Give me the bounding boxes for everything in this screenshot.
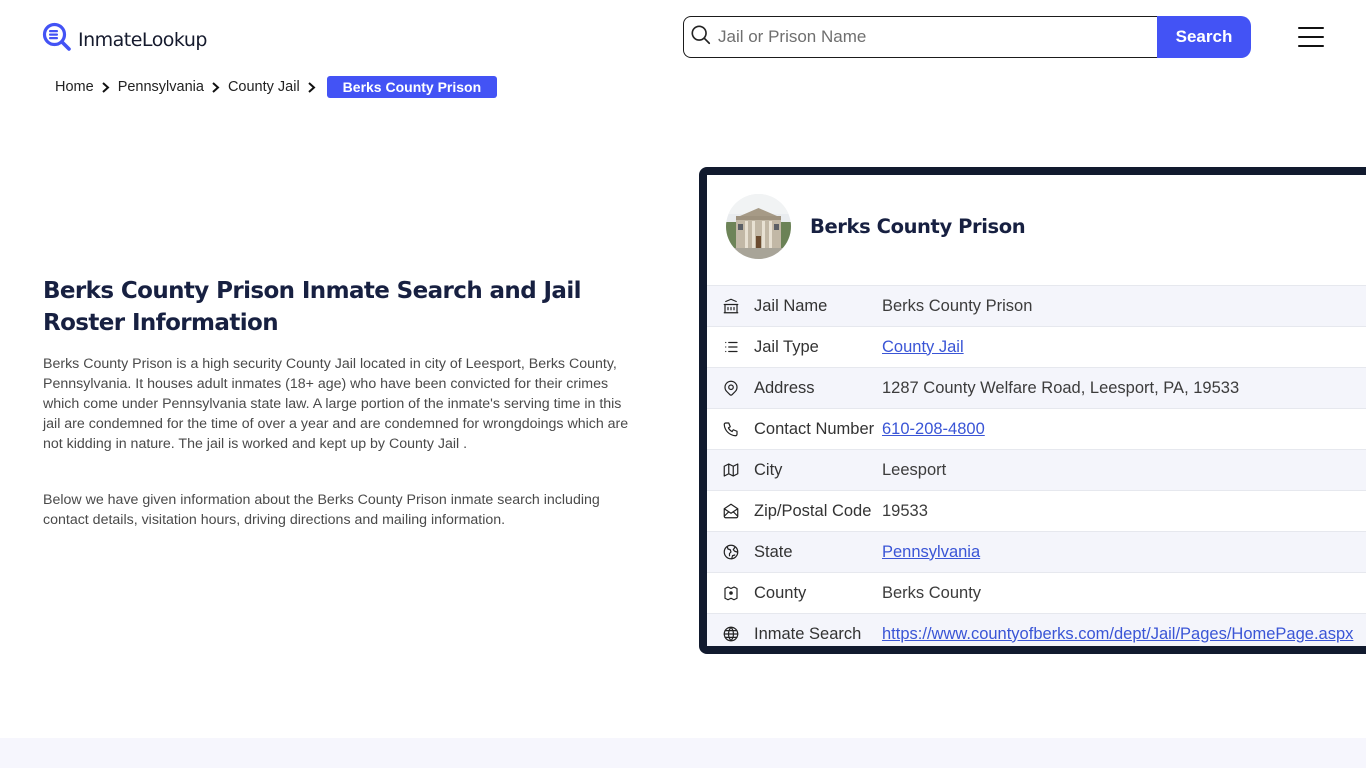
menu-line <box>1298 36 1324 38</box>
jail-info-card-body: Berks County Prison Jail Name Berks Coun… <box>707 175 1366 646</box>
row-value-wrap: County Jail <box>882 338 964 357</box>
state-link[interactable]: Pennsylvania <box>882 543 980 561</box>
info-row-county: County Berks County <box>707 572 1366 613</box>
breadcrumb-home[interactable]: Home <box>55 79 94 95</box>
breadcrumb-jail-type[interactable]: County Jail <box>228 79 300 95</box>
row-label: County <box>754 583 807 602</box>
search-button[interactable]: Search <box>1157 16 1251 58</box>
logo-text: InmateLookup <box>78 28 207 51</box>
info-row-zip: Zip/Postal Code 19533 <box>707 490 1366 531</box>
menu-line <box>1298 27 1324 29</box>
logo-link[interactable]: InmateLookup <box>42 22 207 57</box>
info-row-state: State Pennsylvania <box>707 531 1366 572</box>
info-row-city: City Leesport <box>707 449 1366 490</box>
breadcrumb-state[interactable]: Pennsylvania <box>118 79 204 95</box>
row-label: Address <box>754 378 815 397</box>
world-icon <box>707 543 754 561</box>
row-label: State <box>754 542 793 561</box>
map-icon <box>707 461 754 479</box>
search-input[interactable] <box>712 27 1157 47</box>
row-label: Inmate Search <box>754 624 862 643</box>
mail-open-icon <box>707 502 754 520</box>
hamburger-menu-icon[interactable] <box>1298 27 1324 47</box>
chevron-right-icon <box>204 81 228 93</box>
info-row-jail-type: Jail Type County Jail <box>707 326 1366 367</box>
info-table: Jail Name Berks County Prison Jail Type … <box>707 285 1366 646</box>
county-map-icon <box>707 584 754 602</box>
row-value: Leesport <box>882 460 947 479</box>
map-pin-icon <box>707 379 754 397</box>
row-value: Berks County <box>882 583 982 602</box>
menu-line <box>1298 45 1324 47</box>
info-row-jail-name: Jail Name Berks County Prison <box>707 285 1366 326</box>
phone-icon <box>707 420 754 438</box>
magnifier-logo-icon <box>42 22 72 57</box>
row-label: Zip/Postal Code <box>754 501 872 520</box>
card-header: Berks County Prison <box>707 175 1366 277</box>
building-icon <box>707 297 754 315</box>
jail-type-link[interactable]: County Jail <box>882 338 964 356</box>
breadcrumb-current: Berks County Prison <box>326 76 498 98</box>
row-value-wrap: Pennsylvania <box>882 543 980 562</box>
row-label: Jail Type <box>754 337 819 356</box>
row-label: Jail Name <box>754 296 828 315</box>
row-label: City <box>754 460 783 479</box>
jail-info-card: Berks County Prison Jail Name Berks Coun… <box>699 167 1366 654</box>
row-value: Berks County Prison <box>882 296 1033 315</box>
breadcrumb: Home Pennsylvania County Jail Berks Coun… <box>55 76 498 98</box>
info-row-address: Address 1287 County Welfare Road, Leespo… <box>707 367 1366 408</box>
info-row-contact-number: Contact Number 610-208-4800 <box>707 408 1366 449</box>
row-value-wrap: 610-208-4800 <box>882 420 985 439</box>
row-label: Contact Number <box>754 419 875 438</box>
search-icon <box>690 24 712 51</box>
info-row-inmate-search: Inmate Search https://www.countyofberks.… <box>707 613 1366 646</box>
chevron-right-icon <box>94 81 118 93</box>
search-form: Search <box>683 16 1251 58</box>
globe-icon <box>707 625 754 643</box>
description-paragraph: Berks County Prison is a high security C… <box>43 356 629 452</box>
page-title: Berks County Prison Inmate Search and Ja… <box>43 278 582 336</box>
list-icon <box>707 338 754 356</box>
search-field <box>683 16 1157 58</box>
jail-photo <box>726 193 791 259</box>
row-value-wrap: https://www.countyofberks.com/dept/Jail/… <box>882 625 1353 644</box>
row-value: 19533 <box>882 501 928 520</box>
inmate-search-link[interactable]: https://www.countyofberks.com/dept/Jail/… <box>882 625 1353 643</box>
footer-band <box>0 738 1366 768</box>
phone-link[interactable]: 610-208-4800 <box>882 420 985 438</box>
card-title: Berks County Prison <box>810 214 1026 238</box>
row-value: 1287 County Welfare Road, Leesport, PA, … <box>882 378 1240 397</box>
chevron-right-icon <box>300 81 324 93</box>
summary-paragraph: Below we have given information about th… <box>43 492 600 528</box>
